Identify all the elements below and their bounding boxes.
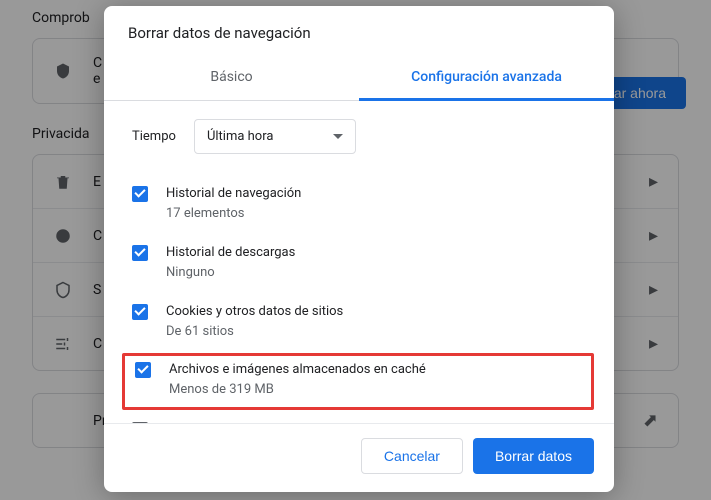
option-checkbox[interactable] <box>132 245 148 261</box>
option-title: Contraseñas y otros datos de inicio de s… <box>166 420 594 423</box>
cancel-button[interactable]: Cancelar <box>361 438 463 474</box>
option-checkbox[interactable] <box>132 422 148 423</box>
option-subtitle: Menos de 319 MB <box>169 380 591 400</box>
option-title: Historial de descargas <box>166 243 594 263</box>
tab-basic[interactable]: Básico <box>104 56 359 100</box>
tab-advanced[interactable]: Configuración avanzada <box>359 56 614 101</box>
option-subtitle: 17 elementos <box>166 204 594 224</box>
option-row: Historial de descargasNinguno <box>132 235 594 294</box>
option-checkbox[interactable] <box>132 304 148 320</box>
time-range-select[interactable]: Última hora <box>194 119 357 154</box>
option-checkbox[interactable] <box>135 362 151 378</box>
option-subtitle: Ninguno <box>166 263 594 283</box>
option-row: Contraseñas y otros datos de inicio de s… <box>132 412 594 423</box>
dialog-title: Borrar datos de navegación <box>104 6 614 56</box>
option-checkbox[interactable] <box>132 186 148 202</box>
option-row: Cookies y otros datos de sitiosDe 61 sit… <box>132 294 594 353</box>
option-title: Historial de navegación <box>166 184 594 204</box>
clear-data-dialog: Borrar datos de navegación Básico Config… <box>104 6 614 492</box>
option-title: Archivos e imágenes almacenados en caché <box>169 360 591 380</box>
time-label: Tiempo <box>132 129 176 144</box>
option-row: Archivos e imágenes almacenados en caché… <box>122 353 594 410</box>
clear-data-button[interactable]: Borrar datos <box>473 438 594 474</box>
option-row: Historial de navegación17 elementos <box>132 176 594 235</box>
options-scroll[interactable]: Tiempo Última hora Historial de navegaci… <box>104 101 614 423</box>
dropdown-icon <box>333 134 343 139</box>
option-subtitle: De 61 sitios <box>166 322 594 342</box>
option-title: Cookies y otros datos de sitios <box>166 302 594 322</box>
